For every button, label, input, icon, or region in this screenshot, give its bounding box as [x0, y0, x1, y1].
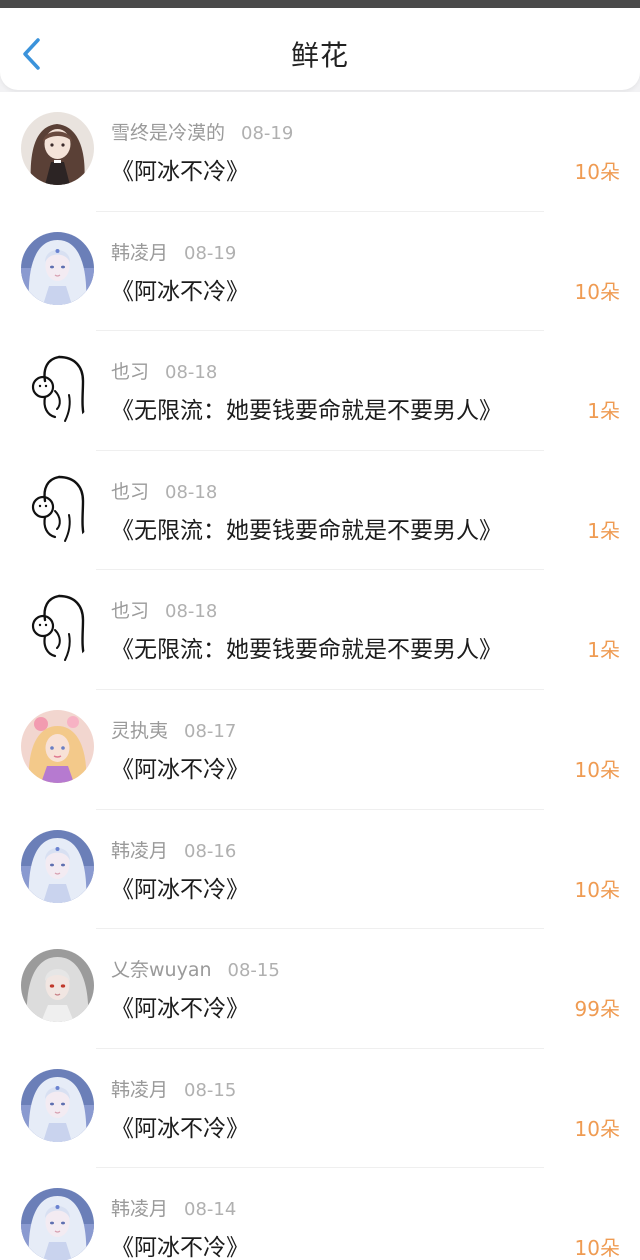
- user-name[interactable]: 韩凌月: [111, 1079, 168, 1101]
- user-avatar[interactable]: [21, 590, 94, 664]
- book-title[interactable]: 《阿冰不冷》: [111, 272, 249, 306]
- user-name[interactable]: 也习: [111, 600, 149, 622]
- top-bar: 鲜花: [0, 8, 640, 90]
- book-title[interactable]: 《阿冰不冷》: [111, 989, 249, 1023]
- book-title[interactable]: 《阿冰不冷》: [111, 750, 249, 784]
- flower-count: 99朵: [574, 997, 620, 1022]
- user-name[interactable]: 也习: [111, 481, 149, 503]
- user-name[interactable]: 也习: [111, 361, 149, 383]
- user-avatar[interactable]: [21, 112, 94, 185]
- flower-count: 10朵: [574, 1236, 620, 1260]
- flower-count: 10朵: [574, 877, 620, 902]
- record-meta: 韩凌月 08-19: [111, 238, 236, 265]
- record-meta: 韩凌月 08-14: [111, 1194, 236, 1221]
- flower-record-row[interactable]: 也习 08-18 《无限流：她要钱要命就是不要男人》 1朵: [0, 570, 640, 690]
- flower-record-row[interactable]: 也习 08-18 《无限流：她要钱要命就是不要男人》 1朵: [0, 451, 640, 571]
- record-meta: 也习 08-18: [111, 357, 217, 384]
- book-title[interactable]: 《无限流：她要钱要命就是不要男人》: [111, 391, 502, 425]
- user-avatar[interactable]: [21, 829, 94, 903]
- record-meta: 韩凌月 08-15: [111, 1075, 236, 1102]
- user-avatar[interactable]: [21, 709, 94, 783]
- book-title[interactable]: 《阿冰不冷》: [111, 870, 249, 904]
- status-bar: [0, 0, 640, 8]
- page-title: 鲜花: [290, 39, 349, 72]
- user-avatar[interactable]: [21, 1188, 94, 1260]
- user-avatar[interactable]: [21, 351, 94, 425]
- book-title[interactable]: 《无限流：她要钱要命就是不要男人》: [111, 630, 502, 664]
- flower-count: 1朵: [587, 518, 620, 543]
- record-date: 08-16: [184, 840, 237, 862]
- record-date: 08-19: [184, 242, 237, 264]
- user-name[interactable]: 韩凌月: [111, 242, 168, 264]
- flower-record-row[interactable]: 雪终是冷漠的 08-19 《阿冰不冷》 10朵: [0, 92, 640, 212]
- flower-record-row[interactable]: 韩凌月 08-16 《阿冰不冷》 10朵: [0, 810, 640, 930]
- user-avatar[interactable]: [21, 949, 94, 1023]
- user-avatar[interactable]: [21, 1068, 94, 1142]
- user-name[interactable]: 韩凌月: [111, 840, 168, 862]
- flower-count: 10朵: [574, 160, 620, 184]
- flower-count: 10朵: [574, 757, 620, 782]
- flower-count: 1朵: [587, 399, 620, 424]
- user-name[interactable]: 乂奈wuyan: [111, 959, 212, 981]
- book-title[interactable]: 《无限流：她要钱要命就是不要男人》: [111, 511, 502, 545]
- record-meta: 雪终是冷漠的 08-19: [111, 118, 293, 145]
- flower-record-row[interactable]: 也习 08-18 《无限流：她要钱要命就是不要男人》 1朵: [0, 331, 640, 451]
- record-meta: 韩凌月 08-16: [111, 836, 236, 863]
- record-meta: 也习 08-18: [111, 596, 217, 623]
- flower-record-list[interactable]: 雪终是冷漠的 08-19 《阿冰不冷》 10朵 韩凌月 08-19 《阿冰不冷》 10朵 也…: [0, 92, 640, 1260]
- record-meta: 乂奈wuyan 08-15: [111, 955, 280, 982]
- flower-record-row[interactable]: 韩凌月 08-15 《阿冰不冷》 10朵: [0, 1049, 640, 1169]
- user-name[interactable]: 灵执夷: [111, 720, 168, 742]
- flower-record-row[interactable]: 韩凌月 08-14 《阿冰不冷》 10朵: [0, 1168, 640, 1260]
- flower-record-row[interactable]: 灵执夷 08-17 《阿冰不冷》 10朵: [0, 690, 640, 810]
- record-date: 08-18: [165, 601, 218, 623]
- record-date: 08-15: [184, 1079, 237, 1101]
- book-title[interactable]: 《阿冰不冷》: [111, 152, 249, 186]
- flower-count: 10朵: [574, 279, 620, 304]
- flower-record-row[interactable]: 乂奈wuyan 08-15 《阿冰不冷》 99朵: [0, 929, 640, 1049]
- record-meta: 也习 08-18: [111, 477, 217, 504]
- book-title[interactable]: 《阿冰不冷》: [111, 1109, 249, 1143]
- record-date: 08-18: [165, 362, 218, 384]
- book-title[interactable]: 《阿冰不冷》: [111, 1228, 249, 1260]
- record-date: 08-17: [184, 720, 237, 742]
- user-avatar[interactable]: [21, 231, 94, 305]
- record-date: 08-15: [227, 960, 280, 982]
- user-name[interactable]: 雪终是冷漠的: [111, 122, 225, 144]
- record-date: 08-19: [241, 123, 294, 144]
- record-date: 08-14: [184, 1199, 237, 1221]
- user-avatar[interactable]: [21, 470, 94, 544]
- flower-count: 10朵: [574, 1116, 620, 1141]
- record-meta: 灵执夷 08-17: [111, 716, 236, 743]
- user-name[interactable]: 韩凌月: [111, 1198, 168, 1220]
- record-date: 08-18: [165, 481, 218, 503]
- flower-record-row[interactable]: 韩凌月 08-19 《阿冰不冷》 10朵: [0, 212, 640, 332]
- flower-count: 1朵: [587, 638, 620, 663]
